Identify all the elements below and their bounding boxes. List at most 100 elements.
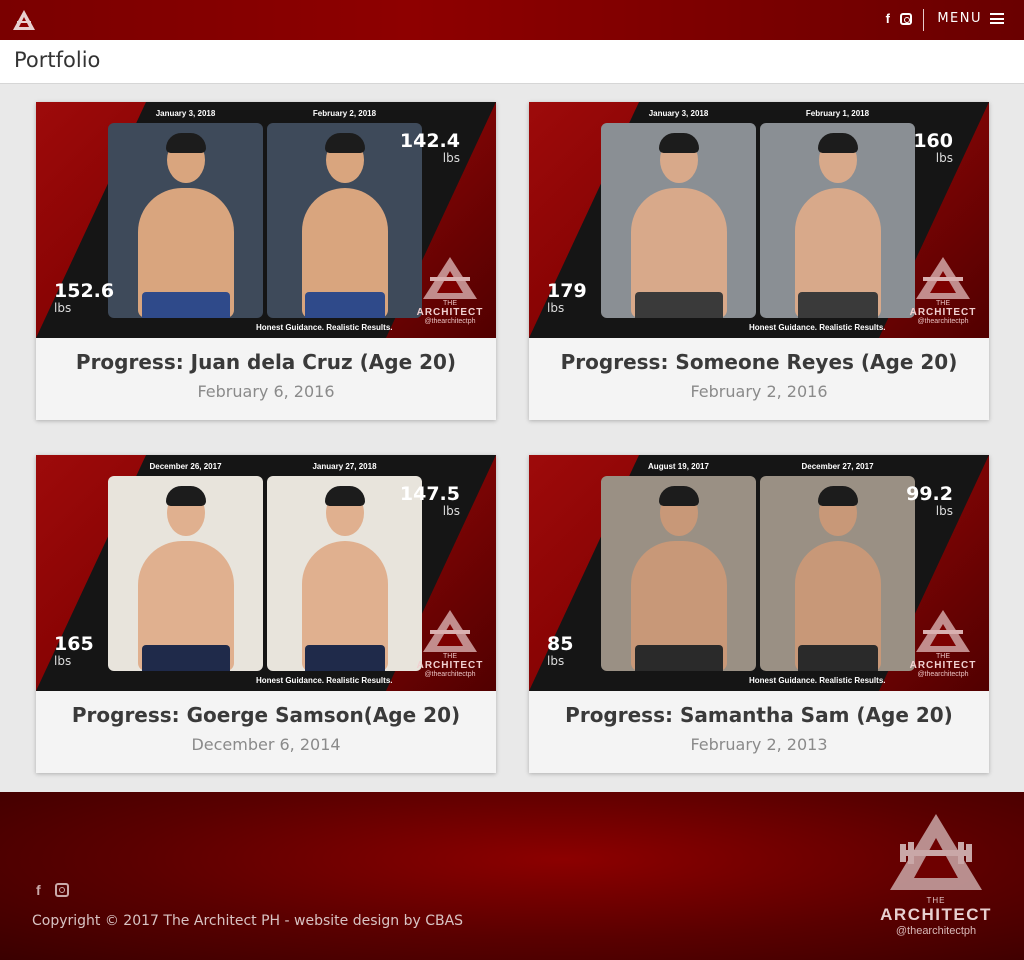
progress-image[interactable]: August 19, 2017 December 27, 2017 85 lbs — [529, 455, 989, 691]
footer-social-links: f — [36, 882, 69, 898]
image-brand-handle: @thearchitectph — [917, 671, 969, 678]
image-tagline: Honest Guidance. Realistic Results. — [749, 676, 886, 685]
footer-brand-the: THE — [926, 896, 946, 905]
after-photo — [760, 123, 915, 318]
top-navbar: f MENU — [0, 0, 1024, 40]
image-brand-logo: THE ARCHITECT @thearchitectph — [410, 256, 490, 334]
progress-image[interactable]: January 3, 2018 February 2, 2018 152.6 l… — [36, 102, 496, 338]
before-weight: 85 lbs — [547, 633, 574, 668]
footer-brand-logo[interactable]: THE ARCHITECT @thearchitectph — [878, 812, 994, 937]
before-weight: 179 lbs — [547, 280, 587, 315]
architect-logo-icon — [916, 257, 970, 299]
before-photo — [601, 476, 756, 671]
weight-unit: lbs — [54, 654, 72, 668]
header-social-links: f — [886, 11, 912, 26]
after-photo — [267, 476, 422, 671]
before-date: January 3, 2018 — [155, 109, 216, 118]
instagram-icon[interactable] — [900, 12, 912, 25]
image-brand-the: THE — [936, 300, 950, 307]
card-date: February 2, 2016 — [690, 382, 828, 401]
card-title[interactable]: Progress: Juan dela Cruz (Age 20) — [36, 350, 496, 374]
menu-button[interactable]: MENU — [937, 11, 1004, 26]
after-weight: 142.4 lbs — [399, 130, 460, 165]
card-date: February 6, 2016 — [197, 382, 335, 401]
image-tagline: Honest Guidance. Realistic Results. — [256, 676, 393, 685]
after-weight-value: 99.2 — [906, 483, 953, 505]
before-photo — [108, 123, 263, 318]
image-brand-word: ARCHITECT — [909, 307, 977, 318]
before-weight-value: 179 — [547, 280, 587, 302]
copyright-text: Copyright © 2017 The Architect PH - webs… — [32, 913, 464, 929]
portfolio-card[interactable]: August 19, 2017 December 27, 2017 85 lbs — [529, 455, 989, 773]
facebook-icon[interactable]: f — [36, 882, 41, 898]
before-weight-value: 165 — [54, 633, 94, 655]
architect-logo-icon — [423, 257, 477, 299]
page-title-bar: Portfolio — [0, 40, 1024, 84]
weight-unit: lbs — [442, 504, 460, 518]
after-photo — [760, 476, 915, 671]
after-date: February 2, 2018 — [312, 109, 377, 118]
before-weight: 152.6 lbs — [54, 280, 115, 315]
image-brand-logo: THE ARCHITECT @thearchitectph — [410, 609, 490, 687]
card-title[interactable]: Progress: Someone Reyes (Age 20) — [529, 350, 989, 374]
footer: f Copyright © 2017 The Architect PH - we… — [0, 792, 1024, 960]
portfolio-card[interactable]: December 26, 2017 January 27, 2018 165 l… — [36, 455, 496, 773]
card-title[interactable]: Progress: Goerge Samson(Age 20) — [36, 703, 496, 727]
image-brand-the: THE — [443, 300, 457, 307]
card-title[interactable]: Progress: Samantha Sam (Age 20) — [529, 703, 989, 727]
image-tagline: Honest Guidance. Realistic Results. — [256, 323, 393, 332]
before-date: January 3, 2018 — [648, 109, 709, 118]
weight-unit: lbs — [935, 151, 953, 165]
after-weight: 99.2 lbs — [906, 483, 953, 518]
architect-logo-icon — [890, 814, 982, 890]
instagram-icon[interactable] — [54, 883, 69, 897]
after-photo — [267, 123, 422, 318]
image-brand-word: ARCHITECT — [416, 660, 484, 671]
portfolio-card[interactable]: January 3, 2018 February 2, 2018 152.6 l… — [36, 102, 496, 420]
after-weight-value: 160 — [913, 130, 953, 152]
weight-unit: lbs — [547, 654, 565, 668]
after-date: February 1, 2018 — [805, 109, 870, 118]
image-brand-word: ARCHITECT — [416, 307, 484, 318]
image-brand-word: ARCHITECT — [909, 660, 977, 671]
image-tagline: Honest Guidance. Realistic Results. — [749, 323, 886, 332]
header-divider — [923, 9, 924, 31]
card-date: December 6, 2014 — [191, 735, 341, 754]
image-brand-the: THE — [936, 653, 950, 660]
image-brand-handle: @thearchitectph — [424, 671, 476, 678]
before-weight-value: 152.6 — [54, 280, 115, 302]
after-weight-value: 142.4 — [399, 130, 460, 152]
image-brand-logo: THE ARCHITECT @thearchitectph — [903, 256, 983, 334]
image-brand-logo: THE ARCHITECT @thearchitectph — [903, 609, 983, 687]
after-weight: 160 lbs — [913, 130, 953, 165]
image-brand-handle: @thearchitectph — [424, 318, 476, 325]
after-date: December 27, 2017 — [801, 462, 874, 471]
footer-brand-handle: @thearchitectph — [895, 925, 977, 937]
before-weight-value: 85 — [547, 633, 574, 655]
hamburger-icon — [990, 13, 1004, 24]
menu-label: MENU — [937, 11, 982, 26]
weight-unit: lbs — [547, 301, 565, 315]
progress-image[interactable]: January 3, 2018 February 1, 2018 179 lbs — [529, 102, 989, 338]
after-weight-value: 147.5 — [399, 483, 460, 505]
image-brand-handle: @thearchitectph — [917, 318, 969, 325]
card-date: February 2, 2013 — [690, 735, 828, 754]
before-weight: 165 lbs — [54, 633, 94, 668]
before-date: August 19, 2017 — [648, 462, 709, 471]
footer-brand-word: ARCHITECT — [880, 905, 992, 924]
progress-image[interactable]: December 26, 2017 January 27, 2018 165 l… — [36, 455, 496, 691]
before-photo — [601, 123, 756, 318]
portfolio-card[interactable]: January 3, 2018 February 1, 2018 179 lbs — [529, 102, 989, 420]
weight-unit: lbs — [442, 151, 460, 165]
architect-logo-icon — [916, 610, 970, 652]
facebook-icon[interactable]: f — [886, 11, 890, 26]
before-date: December 26, 2017 — [149, 462, 222, 471]
weight-unit: lbs — [935, 504, 953, 518]
architect-logo-icon — [423, 610, 477, 652]
after-date: January 27, 2018 — [312, 462, 377, 471]
architect-logo-icon[interactable] — [12, 8, 36, 32]
image-brand-the: THE — [443, 653, 457, 660]
weight-unit: lbs — [54, 301, 72, 315]
after-weight: 147.5 lbs — [399, 483, 460, 518]
page-title: Portfolio — [14, 48, 101, 72]
